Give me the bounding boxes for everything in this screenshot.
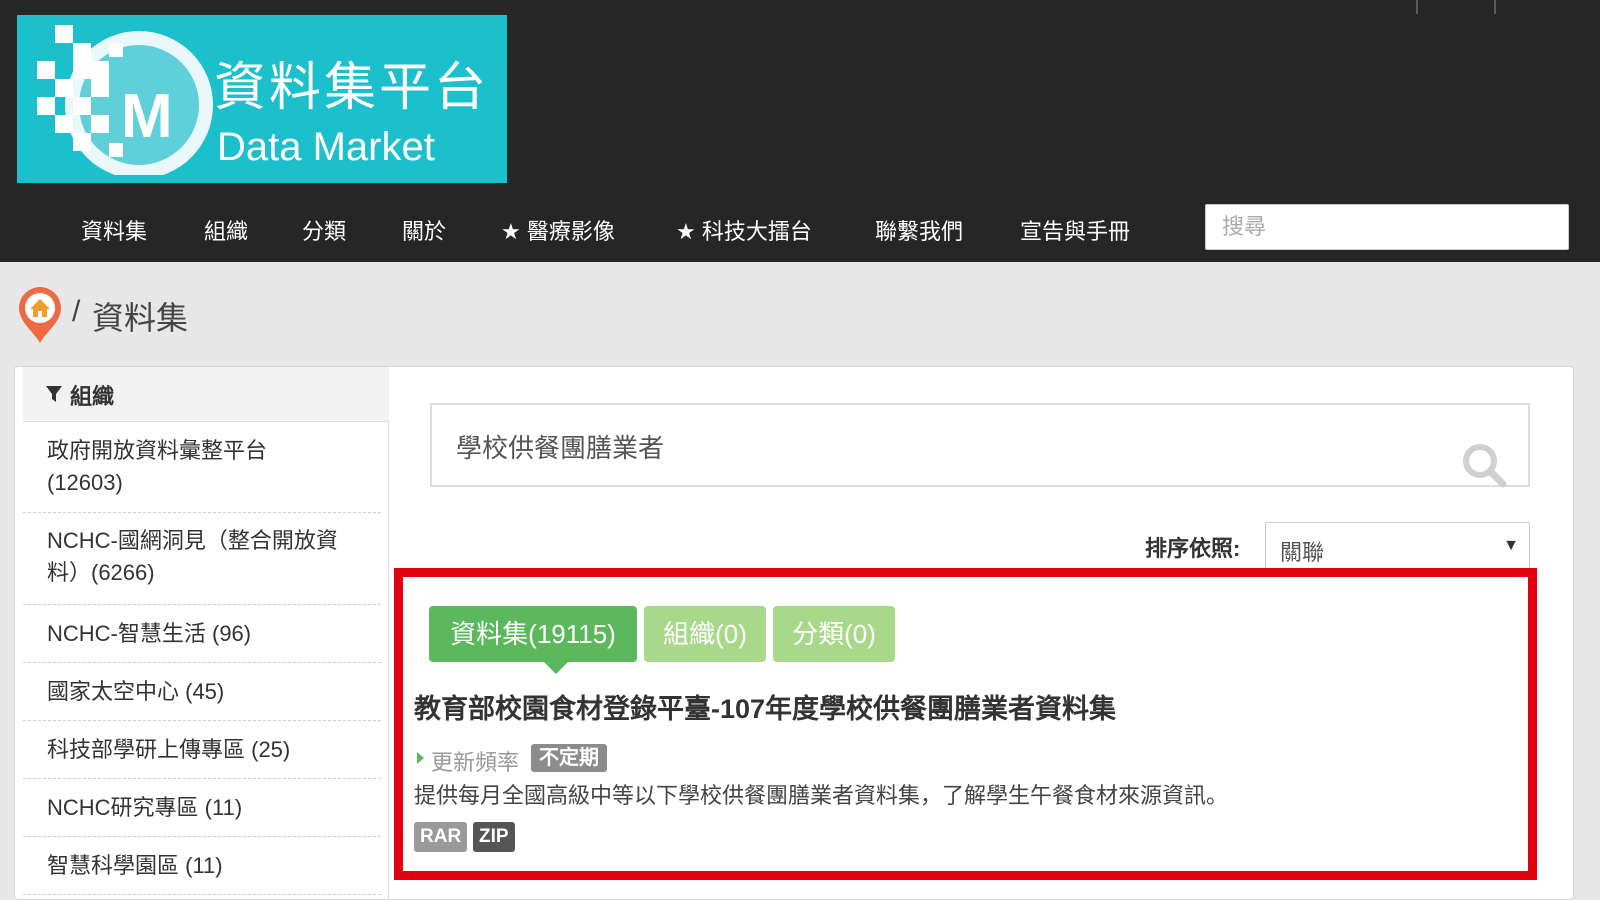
sort-selected-value: 關聯: [1280, 540, 1325, 565]
format-badge-rar[interactable]: RAR: [414, 822, 468, 852]
header-bar: M 資料集平台 Data Market 資料集 組織 分類 關於 ★ 醫療影像 …: [0, 0, 1600, 262]
facet-item[interactable]: 國家太空中心 (45): [23, 663, 381, 721]
tab-categories[interactable]: 分類(0): [773, 606, 895, 662]
filter-icon: [46, 386, 62, 402]
sort-select[interactable]: 關聯 ▼: [1265, 522, 1530, 572]
nav-contact[interactable]: 聯繫我們: [875, 214, 963, 246]
nav-about[interactable]: 關於: [402, 214, 446, 246]
svg-text:M: M: [121, 82, 173, 151]
caret-right-icon: [417, 752, 424, 764]
logo-mark-icon: M: [37, 25, 213, 175]
breadcrumb-current: 資料集: [92, 300, 189, 336]
results-highlight-box: 資料集(19115) 組織(0) 分類(0) 教育部校園食材登錄平臺-107年度…: [394, 568, 1537, 880]
facet-item[interactable]: NCHC-國網洞見（整合開放資 料）(6266): [23, 513, 381, 605]
facet-sidebar: 組織 政府開放資料彙整平台 (12603) NCHC-國網洞見（整合開放資 料）…: [23, 367, 389, 899]
facet-item-label: NCHC研究專區 (11): [47, 795, 243, 820]
dataset-search-input[interactable]: [454, 425, 1418, 467]
breadcrumb-separator: /: [72, 295, 81, 328]
facet-item[interactable]: 政府開放資料彙整平台 (12603): [23, 423, 381, 513]
top-divider: [1416, 0, 1418, 14]
search-icon[interactable]: [1460, 441, 1508, 489]
nav-datasets[interactable]: 資料集: [81, 214, 147, 246]
home-pin-icon[interactable]: [16, 285, 64, 345]
facet-item-count: (12603): [47, 470, 123, 495]
header-search-input[interactable]: [1205, 204, 1569, 250]
result-title-link[interactable]: 教育部校園食材登錄平臺-107年度學校供餐團膳業者資料集: [414, 687, 1116, 726]
sort-label: 排序依照:: [1145, 536, 1241, 561]
nav-announcements[interactable]: 宣告與手冊: [1020, 214, 1130, 246]
top-divider: [1494, 0, 1496, 14]
facet-item-label: 國家太空中心 (45): [47, 679, 225, 704]
facet-item[interactable]: NCHC-智慧生活 (96): [23, 605, 381, 663]
facet-item[interactable]: 科技部學研上傳專區 (25): [23, 721, 381, 779]
tab-organizations[interactable]: 組織(0): [644, 606, 766, 662]
facet-item-label: NCHC-國網洞見（整合開放資: [47, 528, 338, 553]
facet-item-count: 料）(6266): [47, 560, 155, 585]
nav-medical-imaging[interactable]: ★ 醫療影像: [501, 214, 615, 246]
tab-active-caret: [544, 662, 568, 674]
facet-item-label: 智慧科學園區 (11): [47, 853, 223, 878]
site-logo[interactable]: M 資料集平台 Data Market: [17, 15, 507, 183]
facet-item[interactable]: 智慧科學園區 (11): [23, 837, 381, 895]
tab-datasets[interactable]: 資料集(19115): [429, 606, 637, 674]
logo-title-cn: 資料集平台: [214, 59, 490, 117]
facet-header: 組織: [23, 367, 389, 422]
caret-down-icon: ▼: [1503, 537, 1519, 554]
nav-categories[interactable]: 分類: [302, 214, 346, 246]
update-frequency-badge: 不定期: [531, 744, 607, 772]
tab-organizations-label: 組織(0): [663, 619, 747, 649]
facet-item[interactable]: NCHC研究專區 (11): [23, 779, 381, 837]
facet-title: 組織: [70, 384, 115, 409]
facet-item-label: 科技部學研上傳專區 (25): [47, 737, 291, 762]
tab-datasets-label: 資料集(19115): [450, 619, 616, 649]
nav-organizations[interactable]: 組織: [204, 214, 248, 246]
facet-item-label: 政府開放資料彙整平台: [47, 438, 268, 463]
result-description: 提供每月全國高級中等以下學校供餐團膳業者資料集，了解學生午餐食材來源資訊。: [414, 783, 1229, 808]
format-badge-zip[interactable]: ZIP: [473, 822, 515, 852]
update-frequency-label: 更新頻率: [431, 750, 520, 775]
dataset-search-box: [430, 403, 1530, 489]
logo-title-en: Data Market: [217, 125, 435, 169]
nav-tech-arena[interactable]: ★ 科技大擂台: [676, 214, 812, 246]
tab-categories-label: 分類(0): [792, 619, 876, 649]
facet-item-label: NCHC-智慧生活 (96): [47, 621, 252, 646]
